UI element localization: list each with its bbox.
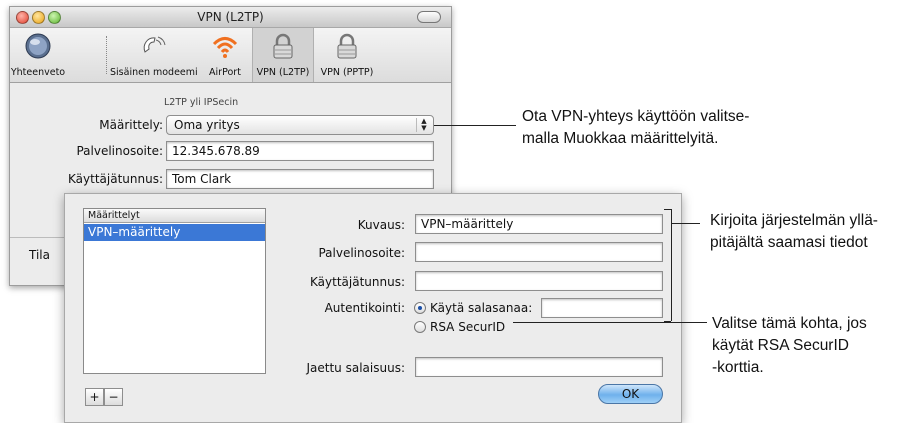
- toolbar-item-vpn-pptp[interactable]: VPN (PPTP): [316, 28, 378, 82]
- account-name-field[interactable]: Tom Clark: [166, 169, 434, 189]
- callout-text: malla Muokkaa määrittelyitä.: [522, 130, 719, 147]
- callout-securid: Valitse tämä kohta, jos käytät RSA Secur…: [712, 313, 867, 379]
- password-radio[interactable]: [414, 302, 426, 314]
- lock-icon: [337, 33, 357, 59]
- toolbar: Yhteenveto Sisäinen modeemi AirPort VPN …: [10, 28, 451, 83]
- password-radio-label: Käytä salasanaa:: [430, 301, 533, 315]
- callout-text: pitäjältä saamasi tiedot: [710, 234, 868, 251]
- toolbar-item-label: VPN (L2TP): [256, 67, 310, 78]
- callout-line: [513, 322, 707, 323]
- callout-line: [434, 125, 516, 126]
- status-label: Tila: [29, 248, 50, 262]
- server-address-field[interactable]: 12.345.678.89: [166, 141, 434, 161]
- server-address-field[interactable]: [415, 242, 663, 262]
- add-configuration-button[interactable]: +: [85, 388, 104, 406]
- callout-text: Ota VPN-yhteys käyttöön valitse-: [522, 108, 750, 125]
- callout-line: [664, 209, 671, 210]
- callout-admin-info: Kirjoita järjestelmän yllä- pitäjältä sa…: [710, 210, 878, 254]
- toolbar-item-internal-modem[interactable]: Sisäinen modeemi: [110, 28, 198, 82]
- account-name-field[interactable]: [415, 271, 663, 291]
- account-label: Käyttäjätunnus:: [68, 172, 163, 186]
- wifi-icon: [212, 37, 238, 58]
- configurations-list[interactable]: Määrittelyt VPN–määrittely: [83, 208, 266, 374]
- securid-radio[interactable]: [414, 321, 426, 333]
- remove-configuration-button[interactable]: −: [104, 388, 123, 406]
- window-title: VPN (L2TP): [197, 10, 264, 24]
- shared-secret-label: Jaettu salaisuus:: [306, 361, 406, 375]
- callout-config: Ota VPN-yhteys käyttöön valitse- malla M…: [522, 106, 749, 150]
- account-label: Käyttäjätunnus:: [310, 275, 405, 289]
- lock-icon: [273, 33, 293, 59]
- shared-secret-field[interactable]: [415, 357, 663, 377]
- toolbar-item-label: Sisäinen modeemi: [110, 67, 198, 78]
- callout-line: [671, 223, 700, 224]
- globe-icon: [25, 33, 51, 59]
- callout-text: Valitse tämä kohta, jos: [712, 315, 867, 332]
- phone-icon: [143, 36, 166, 53]
- toolbar-toggle-button[interactable]: [417, 11, 441, 23]
- toolbar-item-vpn-l2tp[interactable]: VPN (L2TP): [252, 28, 314, 82]
- description-label: Kuvaus:: [357, 218, 405, 232]
- callout-text: Kirjoita järjestelmän yllä-: [710, 212, 878, 229]
- config-popup[interactable]: Oma yritys ▲ ▼: [166, 115, 434, 135]
- toolbar-item-label: AirPort: [209, 67, 241, 78]
- callout-text: -korttia.: [712, 359, 764, 376]
- toolbar-item-airport[interactable]: AirPort: [202, 28, 248, 82]
- configurations-sheet: Määrittelyt VPN–määrittely + − Kuvaus: V…: [64, 193, 682, 423]
- section-caption: L2TP yli IPSecin: [164, 97, 239, 108]
- description-field[interactable]: VPN–määrittely: [415, 214, 663, 234]
- toolbar-item-summary[interactable]: Yhteenveto: [10, 28, 66, 82]
- updown-arrows-icon: ▲ ▼: [416, 118, 431, 132]
- list-item[interactable]: VPN–määrittely: [84, 224, 265, 241]
- toolbar-item-label: VPN (PPTP): [320, 67, 374, 78]
- divider: [10, 237, 65, 238]
- list-header: Määrittelyt: [84, 209, 265, 223]
- ok-button[interactable]: OK: [598, 384, 663, 404]
- callout-text: käytät RSA SecurID: [712, 337, 849, 354]
- toolbar-separator: [106, 36, 107, 74]
- window-titlebar[interactable]: VPN (L2TP): [10, 7, 451, 28]
- server-label: Palvelinosoite:: [76, 144, 163, 158]
- securid-radio-label: RSA SecurID: [430, 320, 506, 334]
- config-label: Määrittely:: [99, 118, 163, 132]
- server-label: Palvelinosoite:: [318, 246, 405, 260]
- toolbar-item-label: Yhteenveto: [10, 67, 66, 78]
- callout-bracket: [671, 209, 672, 321]
- password-field[interactable]: [541, 298, 663, 318]
- config-popup-value: Oma yritys: [174, 118, 240, 132]
- authentication-label: Autentikointi:: [324, 301, 405, 315]
